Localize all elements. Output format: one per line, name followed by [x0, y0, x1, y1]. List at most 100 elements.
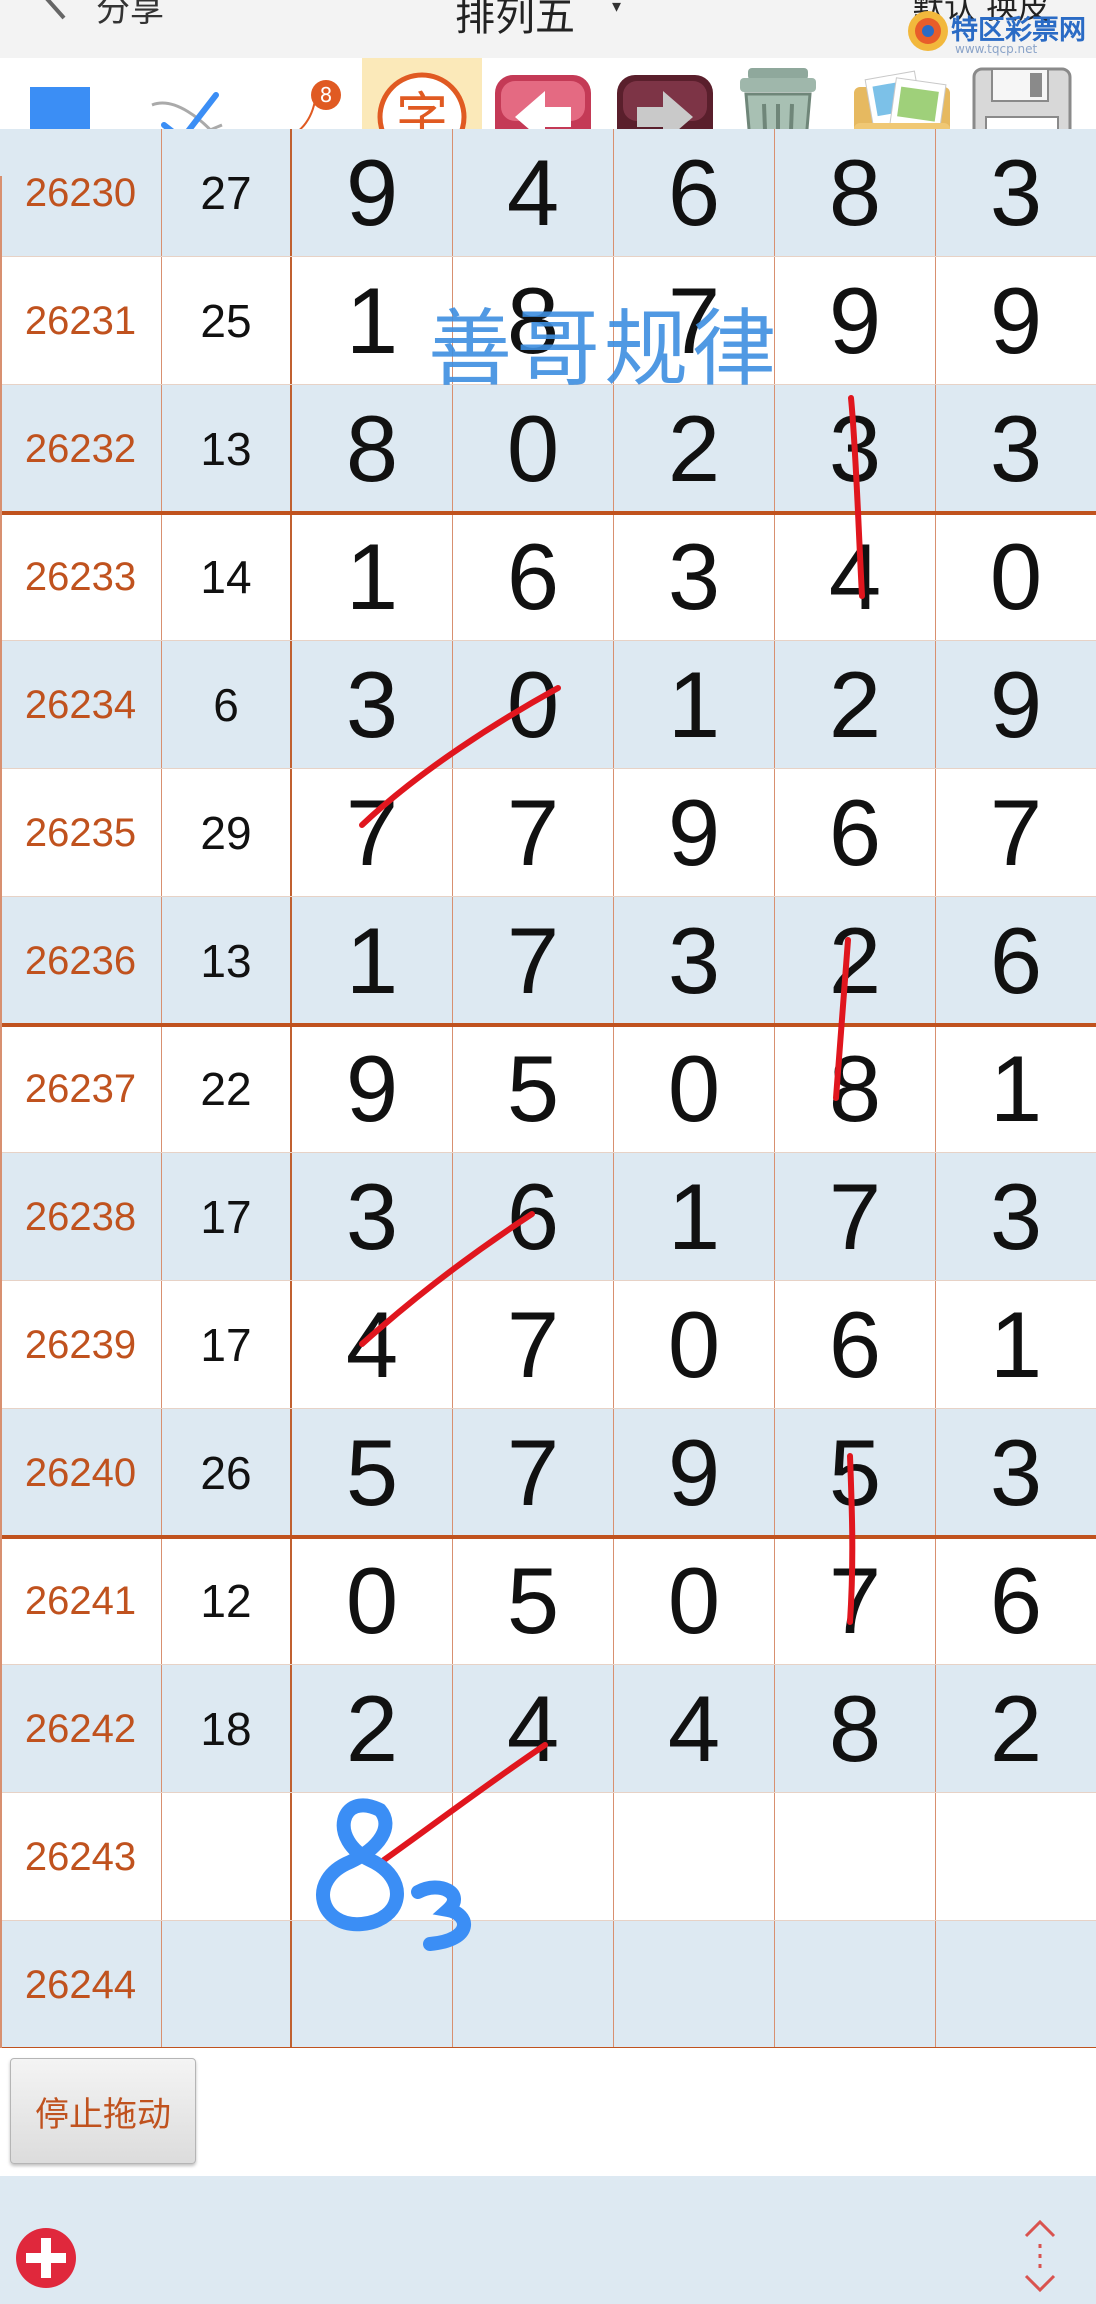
digit-cell-pos5[interactable]: 3: [936, 1153, 1096, 1281]
sum-value-cell: 29: [162, 769, 292, 897]
digit-cell-pos1[interactable]: 9: [292, 1025, 453, 1153]
digit-cell-pos4[interactable]: [775, 1921, 936, 2049]
table-row[interactable]: 26242 18 2 4 4 8 2: [0, 1665, 1096, 1793]
digit-cell-pos1[interactable]: [292, 1793, 453, 1921]
drag-handle-icon[interactable]: [1020, 2218, 1060, 2294]
digit-cell-pos3[interactable]: [614, 1921, 775, 2049]
digit-cell-pos4[interactable]: 4: [775, 513, 936, 641]
issue-number-cell: 26241: [0, 1537, 162, 1665]
digit-cell-pos2[interactable]: 7: [453, 769, 614, 897]
back-icon[interactable]: [34, 0, 78, 22]
digit-cell-pos5[interactable]: 9: [936, 641, 1096, 769]
digit-cell-pos2[interactable]: 5: [453, 1537, 614, 1665]
back-label[interactable]: 分享: [96, 0, 164, 31]
table-row[interactable]: 26243: [0, 1793, 1096, 1921]
digit-cell-pos4[interactable]: 3: [775, 385, 936, 513]
digit-cell-pos1[interactable]: 1: [292, 897, 453, 1025]
digit-cell-pos5[interactable]: [936, 1921, 1096, 2049]
digit-cell-pos2[interactable]: 0: [453, 641, 614, 769]
digit-cell-pos1[interactable]: 5: [292, 1409, 453, 1537]
digit-cell-pos2[interactable]: 0: [453, 385, 614, 513]
digit-cell-pos4[interactable]: 7: [775, 1153, 936, 1281]
stop-drag-button[interactable]: 停止拖动: [10, 2058, 196, 2164]
digit-cell-pos4[interactable]: 8: [775, 1025, 936, 1153]
table-row[interactable]: 26230 27 9 4 6 8 3: [0, 129, 1096, 257]
digit-cell-pos3[interactable]: 9: [614, 1409, 775, 1537]
digit-cell-pos3[interactable]: [614, 1793, 775, 1921]
digit-cell-pos2[interactable]: [453, 1793, 614, 1921]
table-row[interactable]: 26239 17 4 7 0 6 1: [0, 1281, 1096, 1409]
digit-cell-pos1[interactable]: 4: [292, 1281, 453, 1409]
digit-cell-pos2[interactable]: 6: [453, 513, 614, 641]
digit-cell-pos5[interactable]: 6: [936, 1537, 1096, 1665]
issue-number-cell: 26243: [0, 1793, 162, 1921]
digit-cell-pos4[interactable]: 7: [775, 1537, 936, 1665]
digit-cell-pos4[interactable]: 5: [775, 1409, 936, 1537]
digit-cell-pos3[interactable]: 2: [614, 385, 775, 513]
digit-cell-pos5[interactable]: 3: [936, 1409, 1096, 1537]
digit-cell-pos5[interactable]: 3: [936, 129, 1096, 257]
digit-cell-pos1[interactable]: 0: [292, 1537, 453, 1665]
table-row[interactable]: 26238 17 3 6 1 7 3: [0, 1153, 1096, 1281]
table-row[interactable]: 26236 13 1 7 3 2 6: [0, 897, 1096, 1025]
digit-cell-pos1[interactable]: 2: [292, 1665, 453, 1793]
digit-cell-pos1[interactable]: 7: [292, 769, 453, 897]
digit-cell-pos2[interactable]: 7: [453, 1409, 614, 1537]
digit-cell-pos3[interactable]: 1: [614, 1153, 775, 1281]
digit-cell-pos5[interactable]: 9: [936, 257, 1096, 385]
add-icon[interactable]: [14, 2226, 78, 2290]
digit-cell-pos4[interactable]: [775, 1793, 936, 1921]
digit-cell-pos3[interactable]: 0: [614, 1537, 775, 1665]
issue-number-cell: 26237: [0, 1025, 162, 1153]
table-row[interactable]: 26232 13 8 0 2 3 3: [0, 385, 1096, 513]
digit-cell-pos1[interactable]: 3: [292, 1153, 453, 1281]
brand-logo: 特区彩票网 www.tqcp.net: [905, 8, 1086, 56]
digit-cell-pos1[interactable]: 9: [292, 129, 453, 257]
digit-cell-pos3[interactable]: 0: [614, 1281, 775, 1409]
digit-cell-pos3[interactable]: 0: [614, 1025, 775, 1153]
digit-cell-pos1[interactable]: 8: [292, 385, 453, 513]
digit-cell-pos4[interactable]: 6: [775, 1281, 936, 1409]
chevron-down-icon[interactable]: ▾: [612, 0, 621, 17]
digit-cell-pos3[interactable]: 3: [614, 513, 775, 641]
digit-cell-pos3[interactable]: 6: [614, 129, 775, 257]
digit-cell-pos3[interactable]: 3: [614, 897, 775, 1025]
digit-cell-pos4[interactable]: 9: [775, 257, 936, 385]
digit-cell-pos4[interactable]: 2: [775, 897, 936, 1025]
digit-cell-pos3[interactable]: 9: [614, 769, 775, 897]
digit-cell-pos5[interactable]: 7: [936, 769, 1096, 897]
digit-cell-pos2[interactable]: 6: [453, 1153, 614, 1281]
digit-cell-pos2[interactable]: 4: [453, 129, 614, 257]
digit-cell-pos4[interactable]: 8: [775, 129, 936, 257]
table-row[interactable]: 26240 26 5 7 9 5 3: [0, 1409, 1096, 1537]
digit-cell-pos2[interactable]: [453, 1921, 614, 2049]
issue-number-cell: 26232: [0, 385, 162, 513]
page-title[interactable]: 排列五: [455, 0, 575, 42]
table-row[interactable]: 26244: [0, 1921, 1096, 2049]
digit-cell-pos3[interactable]: 1: [614, 641, 775, 769]
digit-cell-pos2[interactable]: 5: [453, 1025, 614, 1153]
digit-cell-pos3[interactable]: 4: [614, 1665, 775, 1793]
digit-cell-pos2[interactable]: 4: [453, 1665, 614, 1793]
digit-cell-pos1[interactable]: [292, 1921, 453, 2049]
table-row[interactable]: 26241 12 0 5 0 7 6: [0, 1537, 1096, 1665]
digit-cell-pos1[interactable]: 1: [292, 513, 453, 641]
digit-cell-pos4[interactable]: 6: [775, 769, 936, 897]
sum-value-cell: 17: [162, 1153, 292, 1281]
digit-cell-pos5[interactable]: 6: [936, 897, 1096, 1025]
table-row[interactable]: 26237 22 9 5 0 8 1: [0, 1025, 1096, 1153]
digit-cell-pos2[interactable]: 7: [453, 897, 614, 1025]
digit-cell-pos5[interactable]: 1: [936, 1281, 1096, 1409]
table-row[interactable]: 26235 29 7 7 9 6 7: [0, 769, 1096, 897]
digit-cell-pos2[interactable]: 7: [453, 1281, 614, 1409]
digit-cell-pos5[interactable]: [936, 1793, 1096, 1921]
digit-cell-pos5[interactable]: 2: [936, 1665, 1096, 1793]
digit-cell-pos4[interactable]: 2: [775, 641, 936, 769]
digit-cell-pos5[interactable]: 3: [936, 385, 1096, 513]
digit-cell-pos1[interactable]: 3: [292, 641, 453, 769]
digit-cell-pos5[interactable]: 0: [936, 513, 1096, 641]
digit-cell-pos5[interactable]: 1: [936, 1025, 1096, 1153]
table-row[interactable]: 26234 6 3 0 1 2 9: [0, 641, 1096, 769]
digit-cell-pos4[interactable]: 8: [775, 1665, 936, 1793]
table-row[interactable]: 26233 14 1 6 3 4 0: [0, 513, 1096, 641]
